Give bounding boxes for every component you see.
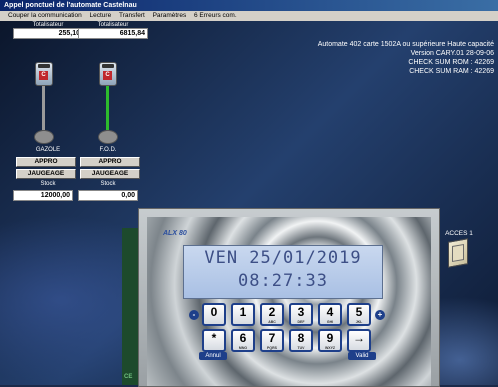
key-8[interactable]: 8 TUV: [289, 329, 313, 352]
key-5[interactable]: 5 JKL: [347, 303, 371, 326]
stock-label: Stock: [100, 181, 116, 187]
key-main: 2: [268, 305, 276, 319]
tank-cap: [102, 64, 114, 68]
automate-info: Automate 402 carte 1502A ou supérieure H…: [318, 40, 494, 76]
key-main: 6: [239, 331, 247, 345]
window-title: Appel ponctuel de l'automate Castelnau: [0, 0, 498, 11]
totaliser-value: 6815,84: [78, 28, 148, 39]
tank-panel-gazole: Totalisateur 255,10: [13, 22, 83, 39]
green-tab-text: CE: [124, 374, 133, 380]
c-logo-icon: C: [39, 71, 48, 80]
key-7[interactable]: 7 PQRS: [260, 329, 284, 352]
key-star[interactable]: *: [202, 329, 226, 352]
key-2[interactable]: 2 ABC: [260, 303, 284, 326]
totaliser-value: 255,10: [13, 28, 83, 39]
info-line-rom: CHECK SUM ROM : 42269: [408, 59, 494, 66]
menu-lecture[interactable]: Lecture: [87, 11, 115, 21]
pipe-fod: [106, 86, 109, 130]
key-main: 3: [297, 305, 305, 319]
key-main: 5: [355, 305, 363, 319]
info-line-version: Version CARY.01 28-09-06: [410, 50, 494, 57]
jaugeage-button[interactable]: JAUGEAGE: [16, 169, 76, 179]
key-sub: TUV: [297, 346, 305, 350]
key-sub: WXYZ: [324, 346, 336, 350]
menu-parametres[interactable]: Paramètres: [150, 11, 190, 21]
key-sub: GHI: [326, 320, 334, 324]
pipe-gazole: [42, 86, 45, 130]
lcd-time: 08:27:33: [238, 271, 328, 291]
key-main: 1: [239, 305, 247, 319]
gauge-base-fod: [98, 130, 118, 144]
lcd-screen: VEN 25/01/2019 08:27:33: [183, 245, 383, 299]
menu-bar: Couper la communication Lecture Transfer…: [0, 11, 498, 21]
stock-value: 0,00: [78, 190, 138, 201]
green-side-tab: CE: [122, 228, 138, 385]
valid-button[interactable]: Valid: [348, 352, 376, 360]
acces-label: ACCES 1: [445, 230, 473, 237]
key-main: →: [353, 331, 365, 345]
key-3[interactable]: 3 DEF: [289, 303, 313, 326]
device-swirl: [147, 217, 431, 386]
info-line-ram: CHECK SUM RAM : 42269: [409, 68, 494, 75]
info-line-model: Automate 402 carte 1502A ou supérieure H…: [317, 41, 494, 48]
key-sub: PQRS: [267, 346, 277, 350]
key-6[interactable]: 6 MNO: [231, 329, 255, 352]
key-1[interactable]: 1: [231, 303, 255, 326]
key-sub: MNO: [238, 346, 248, 350]
tank-icon[interactable]: C: [35, 62, 53, 86]
key-main: 8: [297, 331, 305, 345]
tank-icon[interactable]: C: [99, 62, 117, 86]
tank-cap: [38, 64, 50, 68]
menu-erreurs[interactable]: 6 Erreurs com.: [191, 11, 240, 21]
gauge-base-gazole: [34, 130, 54, 144]
key-main: *: [211, 331, 217, 345]
device-brand: ALX 80: [163, 230, 187, 237]
c-logo-icon: C: [103, 71, 112, 80]
key-4[interactable]: 4 GHI: [318, 303, 342, 326]
key-9[interactable]: 9 WXYZ: [318, 329, 342, 352]
key-main: 4: [326, 305, 334, 319]
key-main: 0: [210, 305, 218, 319]
appro-button[interactable]: APPRO: [80, 157, 140, 167]
key-0[interactable]: 0: [202, 303, 226, 326]
appro-button[interactable]: APPRO: [16, 157, 76, 167]
stock-value: 12000,00: [13, 190, 73, 201]
key-row-2: * 6 MNO 7 PQRS 8 TUV 9 WXYZ →: [139, 329, 439, 352]
acces-door-icon[interactable]: [448, 238, 468, 268]
tank-name: F.O.D.: [99, 147, 117, 153]
key-sub: DEF: [297, 320, 305, 324]
cancel-button[interactable]: Annul: [199, 352, 227, 360]
key-main: 7: [268, 331, 276, 345]
app-window: Appel ponctuel de l'automate Castelnau C…: [0, 0, 498, 387]
key-row-1: 0 1 2 ABC 3 DEF 4 GHI 5 JKL: [139, 303, 439, 326]
menu-couper[interactable]: Couper la communication: [0, 11, 85, 21]
key-main: 9: [326, 331, 334, 345]
key-sub: JKL: [355, 320, 363, 324]
tank-panel-fod: Totalisateur 6815,84: [78, 22, 148, 39]
key-sub: ABC: [268, 320, 276, 324]
key-enter-arrow[interactable]: →: [347, 329, 371, 352]
jaugeage-button[interactable]: JAUGEAGE: [80, 169, 140, 179]
lcd-date: VEN 25/01/2019: [204, 248, 362, 268]
menu-transfert[interactable]: Transfert: [116, 11, 148, 21]
keypad-device: ALX 80 VEN 25/01/2019 08:27:33 - + 0 1 2…: [138, 208, 440, 387]
